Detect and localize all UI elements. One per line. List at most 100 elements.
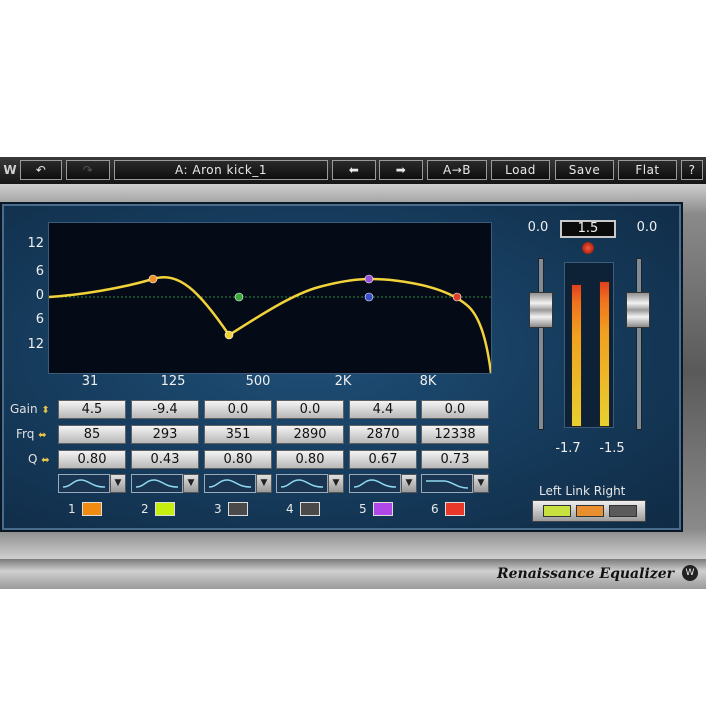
band-3-gain-field[interactable]: 0.0 xyxy=(204,400,272,419)
flat-button[interactable]: Flat xyxy=(618,160,677,180)
chevron-down-icon[interactable]: ▼ xyxy=(256,474,272,493)
band-1-filter-shape[interactable] xyxy=(58,474,110,493)
filter-shape-icon xyxy=(426,480,469,489)
filter-shape-icon xyxy=(353,479,397,488)
band-6-filter-shape[interactable] xyxy=(421,474,473,493)
x-tick: 500 xyxy=(245,374,271,389)
band-6-frequency-field[interactable]: 12338 xyxy=(421,425,489,444)
band-4-gain-field[interactable]: 0.0 xyxy=(276,400,344,419)
x-tick: 8K xyxy=(419,374,437,389)
toolbar: W ↶ ↷ A: Aron kick_1 ⬅ ➡ A→B Load Save F… xyxy=(0,157,706,185)
chevron-down-icon[interactable]: ▼ xyxy=(328,474,344,493)
band-4-filter-shape[interactable] xyxy=(276,474,328,493)
band-4-q-field[interactable]: 0.80 xyxy=(276,450,344,469)
save-button[interactable]: Save xyxy=(555,160,614,180)
band-2-enable-button[interactable] xyxy=(155,502,175,516)
freq-row-label: Frq ⬌ xyxy=(16,427,47,441)
waves-badge-icon: W xyxy=(682,565,698,581)
band-3-marker[interactable] xyxy=(234,292,244,302)
band-6-gain-field[interactable]: 0.0 xyxy=(421,400,489,419)
band-3-q-field[interactable]: 0.80 xyxy=(204,450,272,469)
redo-icon: ↷ xyxy=(82,163,94,177)
chevron-down-icon[interactable]: ▼ xyxy=(183,474,199,493)
undo-button[interactable]: ↶ xyxy=(20,160,62,180)
band-1-q-field[interactable]: 0.80 xyxy=(58,450,126,469)
band-1-marker[interactable] xyxy=(148,274,158,284)
redo-button[interactable]: ↷ xyxy=(66,160,110,180)
right-fader-track xyxy=(636,258,642,430)
undo-icon: ↶ xyxy=(35,163,47,177)
ab-compare-button[interactable]: A→B xyxy=(427,160,487,180)
load-button[interactable]: Load xyxy=(491,160,550,180)
band-3-frequency-field[interactable]: 351 xyxy=(204,425,272,444)
band-2-frequency-field[interactable]: 293 xyxy=(131,425,199,444)
preset-name-button[interactable]: A: Aron kick_1 xyxy=(114,160,328,180)
right-arrow-icon: ➡ xyxy=(395,163,407,177)
right-gain-value: 0.0 xyxy=(636,220,658,235)
band-2-filter-shape[interactable] xyxy=(131,474,183,493)
x-tick: 31 xyxy=(81,374,99,389)
chevron-down-icon[interactable]: ▼ xyxy=(401,474,417,493)
eq-curve-svg xyxy=(49,274,491,373)
band-3-filter-shape[interactable] xyxy=(204,474,256,493)
band-6-q-field[interactable]: 0.73 xyxy=(421,450,489,469)
band-2-marker[interactable] xyxy=(224,330,234,340)
band-number: 3 xyxy=(214,502,222,516)
waves-logo: W xyxy=(3,163,17,177)
y-tick: 0 xyxy=(35,288,44,303)
band-6-enable-button[interactable] xyxy=(445,502,465,516)
band-1-enable-button[interactable] xyxy=(82,502,102,516)
left-right-arrows-icon: ⬌ xyxy=(38,430,47,441)
filter-shape-icon xyxy=(62,479,106,488)
chevron-down-icon[interactable]: ▼ xyxy=(473,474,489,493)
trim-value-box[interactable]: 1.5 xyxy=(560,220,616,238)
band-1-frequency-field[interactable]: 85 xyxy=(58,425,126,444)
eq-graph[interactable] xyxy=(48,222,492,374)
filter-shape-icon xyxy=(280,479,324,488)
eq-curve xyxy=(49,276,491,373)
product-name: Renaissance Equalizer xyxy=(496,566,674,582)
next-preset-button[interactable]: ➡ xyxy=(379,160,423,180)
band-4-frequency-field[interactable]: 2890 xyxy=(276,425,344,444)
filter-shape-icon xyxy=(208,479,252,488)
y-tick: 12 xyxy=(27,236,44,251)
left-fader-track xyxy=(538,258,544,430)
up-down-arrows-icon: ⬍ xyxy=(41,405,50,416)
left-gain-fader[interactable] xyxy=(529,292,553,328)
band-4-enable-button[interactable] xyxy=(300,502,320,516)
right-meter-bar xyxy=(599,281,610,427)
left-meter-bar xyxy=(571,284,582,427)
link-label: Left Link Right xyxy=(539,484,626,498)
gain-row-label: Gain ⬍ xyxy=(10,402,50,416)
left-gain-value: 0.0 xyxy=(527,220,549,235)
band-4-marker[interactable] xyxy=(364,292,374,302)
right-link-button[interactable] xyxy=(609,505,637,517)
band-1-gain-field[interactable]: 4.5 xyxy=(58,400,126,419)
band-5-q-field[interactable]: 0.67 xyxy=(349,450,417,469)
right-gain-fader[interactable] xyxy=(626,292,650,328)
band-5-filter-shape[interactable] xyxy=(349,474,401,493)
chevron-down-icon[interactable]: ▼ xyxy=(110,474,126,493)
band-3-enable-button[interactable] xyxy=(228,502,248,516)
band-2-gain-field[interactable]: -9.4 xyxy=(131,400,199,419)
band-number: 2 xyxy=(141,502,149,516)
previous-preset-button[interactable]: ⬅ xyxy=(332,160,376,180)
right-peak-value: -1.5 xyxy=(599,441,625,456)
band-5-frequency-field[interactable]: 2870 xyxy=(349,425,417,444)
left-peak-value: -1.7 xyxy=(555,441,581,456)
help-button[interactable]: ? xyxy=(681,160,703,180)
band-5-gain-field[interactable]: 4.4 xyxy=(349,400,417,419)
band-5-marker[interactable] xyxy=(364,274,374,284)
left-link-button[interactable] xyxy=(543,505,571,517)
clip-indicator[interactable] xyxy=(582,242,594,254)
link-button[interactable] xyxy=(576,505,604,517)
band-number: 1 xyxy=(68,502,76,516)
band-5-enable-button[interactable] xyxy=(373,502,393,516)
band-number: 5 xyxy=(359,502,367,516)
band-2-q-field[interactable]: 0.43 xyxy=(131,450,199,469)
y-tick: 6 xyxy=(35,312,44,327)
band-6-marker[interactable] xyxy=(452,292,462,302)
y-tick: 12 xyxy=(27,337,44,352)
y-tick: 6 xyxy=(35,264,44,279)
x-tick: 125 xyxy=(160,374,186,389)
